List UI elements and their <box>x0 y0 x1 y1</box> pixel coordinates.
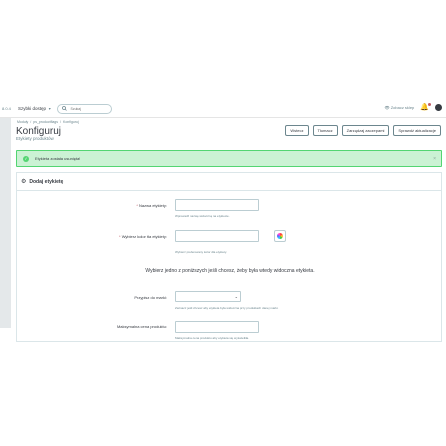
max-price-help-text: Maksymalna cena produktu aby etykieta si… <box>175 336 250 340</box>
close-icon[interactable]: × <box>433 156 436 162</box>
name-help-text: Wprowadź nazwę widoczną na etykiecie. <box>175 214 230 218</box>
color-field-label: * Wybierz kolor tła etykiety: <box>119 234 167 239</box>
back-button[interactable]: Wstecz <box>285 125 309 136</box>
search-input[interactable] <box>70 106 111 111</box>
breadcrumb-item-current: Konfiguruj <box>62 120 79 124</box>
user-account-icon[interactable] <box>435 104 442 111</box>
max-price-input[interactable] <box>175 321 259 333</box>
breadcrumb-item-module[interactable]: ps_productflags <box>33 120 58 124</box>
translate-button[interactable]: Tłumacz <box>312 125 338 136</box>
view-shop-link[interactable]: 👁 Zobacz sklep <box>385 105 415 110</box>
caret-down-icon: ▼ <box>48 106 52 111</box>
brand-help-text: Zaznacz jeśli chcesz aby etykieta była w… <box>175 306 279 310</box>
notification-dot <box>428 103 431 106</box>
panel-title: Dodaj etykietę <box>29 178 64 185</box>
quick-access-label: Szybki dostęp <box>18 106 47 111</box>
page-subtitle: Etykiety produktów <box>16 136 54 141</box>
panel-header: ⚙ Dodaj etykietę <box>17 173 441 191</box>
gear-icon: ⚙ <box>21 179 27 185</box>
alert-message: Etykieta została usunięta! <box>35 156 81 161</box>
max-price-field-label: Maksymalna cena produktu: <box>116 324 167 329</box>
color-help-text: Wybierz preferowany kolor dla etykiety. <box>175 250 227 254</box>
notifications-bell-icon[interactable]: 🔔 <box>420 103 431 111</box>
name-input[interactable] <box>175 199 259 211</box>
sidebar-collapsed <box>0 118 11 328</box>
eye-icon: 👁 <box>384 105 390 110</box>
success-alert: ✓ Etykieta została usunięta! × <box>16 150 442 167</box>
add-label-panel: ⚙ Dodaj etykietę * Nazwa etykiety: Wprow… <box>16 172 442 342</box>
version-label: 8.0.4 <box>2 106 11 111</box>
search-box[interactable] <box>57 103 113 114</box>
check-updates-button[interactable]: Sprawdź aktualizacje <box>393 125 441 136</box>
search-icon <box>62 106 68 111</box>
breadcrumb: Moduły / ps_productflags / Konfiguruj <box>17 120 79 124</box>
brand-select[interactable]: ⌄ <box>175 291 241 302</box>
brand-field-label: Przypisz do marki: <box>134 295 167 300</box>
quick-access-dropdown[interactable]: Szybki dostęp ▼ <box>14 106 51 111</box>
color-wheel-icon <box>277 233 283 239</box>
manage-hooks-button[interactable]: Zarządzaj zaczepami <box>341 125 390 136</box>
color-input[interactable] <box>175 230 259 242</box>
color-picker-button[interactable] <box>274 230 286 242</box>
chevron-down-icon: ⌄ <box>234 294 238 299</box>
name-field-label: * Nazwa etykiety: <box>136 203 167 208</box>
view-shop-label: Zobacz sklep <box>390 105 415 110</box>
top-bar: 8.0.4 Szybki dostęp ▼ 👁 Zobacz sklep 🔔 <box>0 100 446 118</box>
toolbar-actions: Wstecz Tłumacz Zarządzaj zaczepami Spraw… <box>285 125 441 136</box>
info-text: Wybierz jedno z poniższych jeśli chcesz,… <box>145 268 315 274</box>
check-circle-icon: ✓ <box>23 155 29 162</box>
breadcrumb-item-modules[interactable]: Moduły <box>17 120 28 124</box>
